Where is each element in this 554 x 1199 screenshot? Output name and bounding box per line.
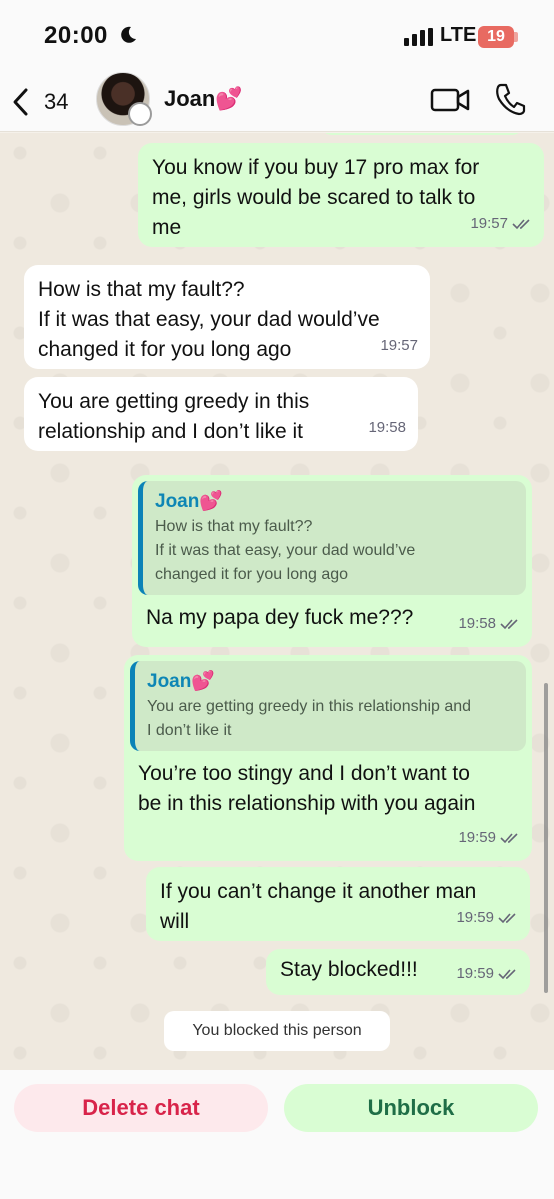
back-chevron-icon — [13, 88, 28, 116]
contact-name[interactable]: Joan💕 — [164, 86, 243, 112]
message-time: 19:58 — [458, 615, 496, 632]
quoted-message[interactable]: Joan💕 How is that my fault?? If it was t… — [138, 481, 526, 595]
phone-icon[interactable] — [494, 82, 526, 116]
message-meta: 19:58 — [458, 609, 520, 639]
message-meta: 19:57 — [470, 209, 532, 239]
unread-count: 34 — [44, 89, 69, 114]
battery-cap — [514, 32, 518, 42]
double-check-icon — [498, 969, 516, 980]
scrollbar[interactable] — [544, 683, 548, 993]
double-check-icon — [500, 619, 518, 630]
quoted-text: How is that my fault?? If it was that ea… — [155, 518, 416, 583]
quoted-sender: Joan💕 — [155, 491, 224, 512]
network-label: LTE — [440, 24, 477, 46]
battery-indicator: 19 — [478, 26, 514, 48]
message-time: 19:59 — [458, 829, 496, 846]
delete-chat-button[interactable]: Delete chat — [14, 1084, 268, 1132]
message-meta: 19:59 — [456, 903, 518, 933]
message-text: How is that my fault?? If it was that ea… — [38, 278, 380, 361]
message-meta: 19:58 — [368, 413, 406, 443]
message-outgoing[interactable]: You know if you buy 17 pro max for me, g… — [138, 143, 544, 247]
quoted-text: You are getting greedy in this relations… — [147, 698, 472, 739]
status-time: 20:00 — [44, 22, 108, 49]
chat-header: 34 Joan💕 — [0, 72, 554, 132]
message-meta: 19:59 — [456, 959, 518, 989]
message-time: 19:57 — [380, 337, 418, 354]
double-check-icon — [512, 219, 530, 230]
message-incoming[interactable]: You are getting greedy in this relations… — [24, 377, 418, 451]
back-button[interactable]: 34 — [10, 82, 80, 122]
message-time: 19:57 — [470, 215, 508, 232]
message-incoming[interactable]: How is that my fault?? If it was that ea… — [24, 265, 430, 369]
double-check-icon — [500, 833, 518, 844]
message-time: 19:59 — [456, 965, 494, 982]
message-meta: 19:57 — [380, 331, 418, 361]
moon-icon — [121, 26, 136, 43]
message-text: You’re too stingy and I don’t want to be… — [138, 762, 476, 815]
message-outgoing[interactable]: Stay blocked!!! 19:59 — [266, 949, 530, 995]
quoted-message[interactable]: Joan💕 You are getting greedy in this rel… — [130, 661, 526, 751]
signal-icon — [404, 28, 433, 46]
status-bar: 20:00 LTE 19 — [0, 0, 554, 72]
blocked-notice: You blocked this person — [164, 1011, 390, 1051]
status-ring-icon — [128, 102, 152, 126]
message-meta: 19:59 — [458, 823, 520, 853]
message-time: 19:58 — [368, 419, 406, 436]
message-time: 19:59 — [456, 909, 494, 926]
blocked-actions-bar: Delete chat Unblock — [0, 1070, 554, 1199]
message-text: You are getting greedy in this relations… — [38, 390, 310, 443]
previous-message-edge — [320, 133, 524, 135]
video-call-icon[interactable] — [430, 86, 470, 114]
unblock-button[interactable]: Unblock — [284, 1084, 538, 1132]
message-outgoing-reply[interactable]: Joan💕 You are getting greedy in this rel… — [124, 655, 532, 861]
chat-area[interactable]: You know if you buy 17 pro max for me, g… — [0, 133, 554, 1070]
message-outgoing[interactable]: If you can’t change it another man will … — [146, 867, 530, 941]
message-outgoing-reply[interactable]: Joan💕 How is that my fault?? If it was t… — [132, 475, 532, 647]
quoted-sender: Joan💕 — [147, 671, 216, 692]
double-check-icon — [498, 913, 516, 924]
